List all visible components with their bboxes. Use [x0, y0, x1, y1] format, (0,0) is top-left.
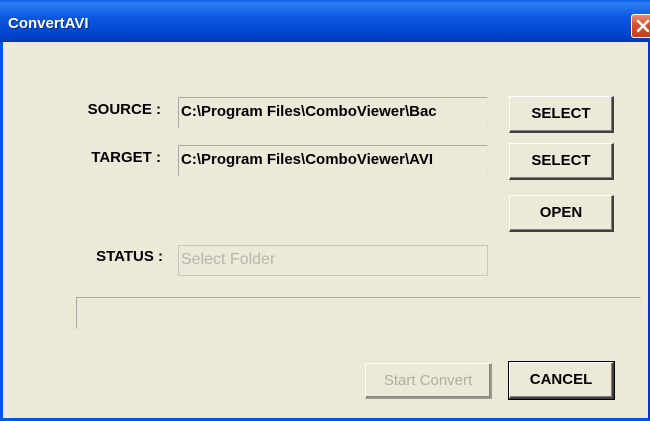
open-button[interactable]: OPEN [509, 195, 614, 232]
cancel-button[interactable]: CANCEL [508, 361, 615, 400]
close-button[interactable] [631, 14, 650, 38]
source-select-button[interactable]: SELECT [509, 96, 614, 133]
title-bar[interactable]: ConvertAVI [0, 0, 650, 42]
target-path-field[interactable]: C:\Program Files\ComboViewer\AVI [178, 145, 488, 176]
start-convert-button[interactable]: Start Convert [365, 363, 492, 399]
status-label: STATUS : [96, 248, 163, 265]
status-field: Select Folder [178, 245, 488, 276]
convertavi-dialog: ConvertAVI SOURCE : C:\Program Files\Com… [0, 0, 650, 421]
target-select-button[interactable]: SELECT [509, 143, 614, 180]
source-path-field[interactable]: C:\Program Files\ComboViewer\Bac [178, 97, 488, 128]
target-label: TARGET : [91, 149, 161, 166]
source-label: SOURCE : [87, 101, 161, 118]
close-icon [636, 19, 650, 33]
window-title: ConvertAVI [8, 15, 89, 32]
progress-bar [76, 297, 641, 329]
